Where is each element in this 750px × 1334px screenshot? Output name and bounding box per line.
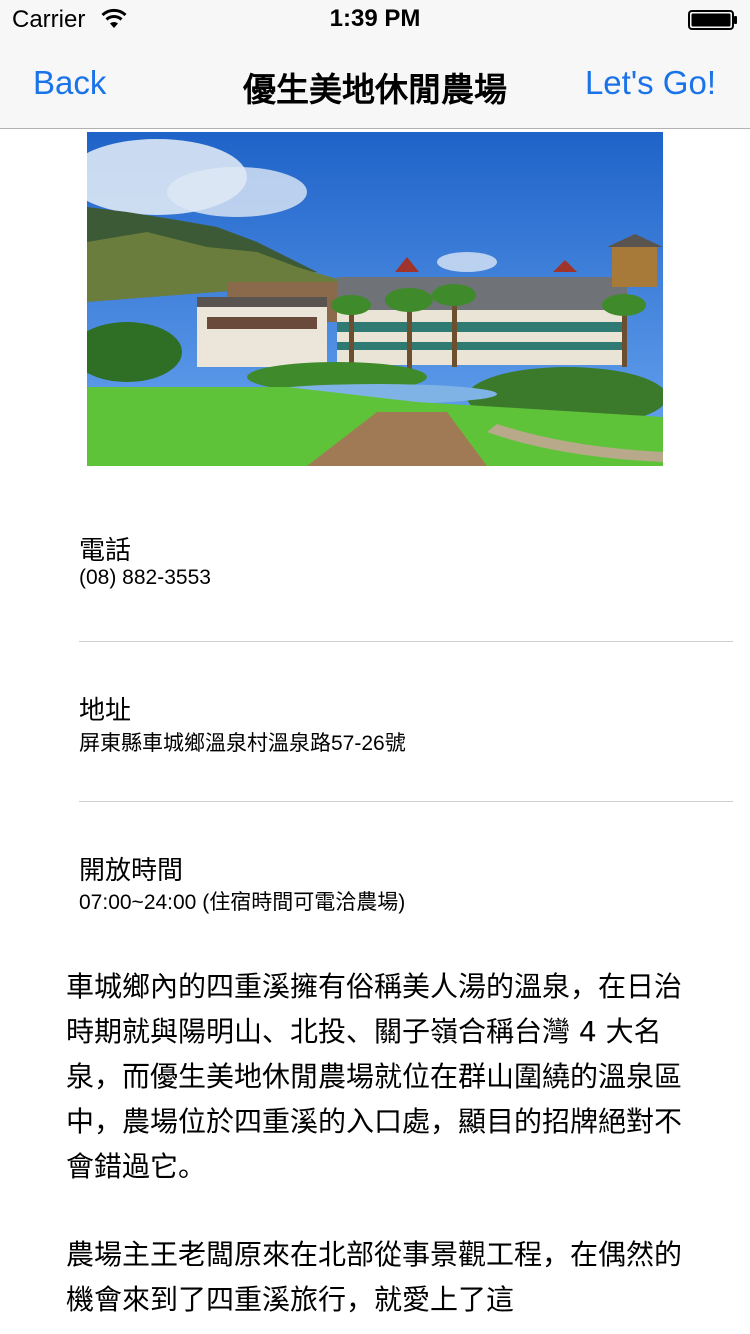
status-time: 1:39 PM <box>329 5 421 32</box>
battery-icon <box>688 10 738 30</box>
divider <box>79 801 733 802</box>
navigation-bar: Back 優生美地休閒農場 Let's Go! <box>0 40 750 129</box>
article-paragraph: 農場主王老闆原來在北部從事景觀工程，在偶然的機會來到了四重溪旅行，就愛上了這 <box>66 1238 683 1316</box>
article-paragraph: 車城鄉內的四重溪擁有俗稱美人湯的溫泉，在日治時期就與陽明山、北投、關子嶺合稱台灣… <box>66 970 683 1183</box>
hours-value: 07:00~24:00 (住宿時間可電洽農場) <box>79 891 406 914</box>
address-label: 地址 <box>79 696 132 726</box>
address-value[interactable]: 屏東縣車城鄉溫泉村溫泉路57-26號 <box>79 727 406 757</box>
status-bar: Carrier 1:39 PM <box>0 0 750 40</box>
hours-label: 開放時間 <box>79 856 184 886</box>
farm-photo <box>87 132 663 466</box>
lets-go-button[interactable]: Let's Go! <box>585 64 716 102</box>
divider <box>79 641 733 642</box>
phone-label: 電話 <box>79 536 132 566</box>
phone-value[interactable]: (08) 882-3553 <box>79 566 211 590</box>
